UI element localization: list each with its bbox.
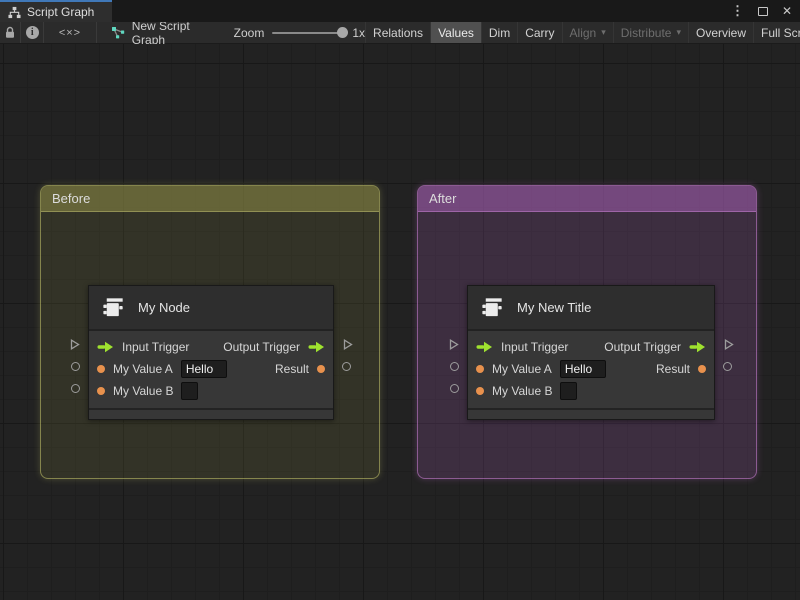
zoom-value: 1x xyxy=(352,25,366,40)
graph-name-breadcrumb[interactable]: New Script Graph xyxy=(97,19,216,47)
overview-button[interactable]: Overview xyxy=(687,22,753,43)
external-trigger-port[interactable] xyxy=(447,338,460,351)
zoom-slider-thumb[interactable] xyxy=(337,27,349,38)
node-my-node[interactable]: My Node Input Trigger Output Trigger My … xyxy=(70,285,353,420)
port-label: My Value A xyxy=(113,362,173,376)
tab-title: Script Graph xyxy=(27,5,95,19)
trigger-out-icon[interactable] xyxy=(689,341,706,353)
value-port-row: My Value A Result xyxy=(89,358,333,380)
graph-canvas[interactable]: Before After My Node Input Trigger Outpu… xyxy=(0,44,800,600)
external-value-port[interactable] xyxy=(723,362,732,371)
value-a-input[interactable] xyxy=(559,360,606,378)
align-dropdown[interactable]: Align ▾ xyxy=(561,22,613,43)
value-b-input[interactable] xyxy=(181,382,199,400)
unit-node-icon xyxy=(479,294,506,321)
dim-button[interactable]: Dim xyxy=(480,22,517,43)
port-label: Result xyxy=(655,362,690,376)
group-title: Before xyxy=(52,191,91,206)
external-value-port[interactable] xyxy=(450,362,459,371)
group-title: After xyxy=(429,191,457,206)
node-title: My New Title xyxy=(517,300,592,315)
value-out-port[interactable] xyxy=(698,365,706,373)
node-footer xyxy=(468,408,714,419)
code-icon: <×> xyxy=(58,26,82,39)
lock-button[interactable] xyxy=(0,22,20,43)
fullscreen-button[interactable]: Full Screen xyxy=(753,22,800,43)
external-value-port[interactable] xyxy=(342,362,351,371)
value-port-row: My Value A Result xyxy=(468,358,714,380)
node-footer xyxy=(89,408,333,419)
trigger-in-icon[interactable] xyxy=(97,341,114,353)
script-graph-icon xyxy=(111,26,125,39)
node-title: My Node xyxy=(138,300,191,315)
relations-button[interactable]: Relations xyxy=(365,22,430,43)
tab-script-graph[interactable]: Script Graph xyxy=(0,0,112,22)
port-label: Result xyxy=(274,362,309,376)
value-port-row: My Value B xyxy=(89,380,333,402)
port-label: My Value B xyxy=(492,384,553,398)
group-after-header[interactable]: After xyxy=(418,186,756,212)
port-label: Input Trigger xyxy=(501,340,569,354)
value-a-input[interactable] xyxy=(180,360,227,378)
distribute-dropdown[interactable]: Distribute ▾ xyxy=(612,22,688,43)
tab-bar: Script Graph ⋮ ✕ xyxy=(0,0,800,22)
graph-toolbar: i <×> New Script Graph Zoom 1x Relations… xyxy=(0,19,800,47)
node-my-new-title[interactable]: My New Title Input Trigger Output Trigge… xyxy=(449,285,734,420)
inspect-code-button[interactable]: <×> xyxy=(44,22,96,43)
value-in-port[interactable] xyxy=(97,365,105,373)
value-port-row: My Value B xyxy=(468,380,714,402)
trigger-in-icon[interactable] xyxy=(476,341,493,353)
external-trigger-port[interactable] xyxy=(341,338,354,351)
trigger-port-row: Input Trigger Output Trigger xyxy=(468,336,714,358)
external-trigger-port[interactable] xyxy=(722,338,735,351)
port-label: My Value A xyxy=(492,362,552,376)
info-icon: i xyxy=(25,26,39,39)
value-out-port[interactable] xyxy=(317,365,325,373)
window-menu-icon[interactable]: ⋮ xyxy=(731,3,744,19)
zoom-label: Zoom xyxy=(233,25,265,40)
trigger-port-row: Input Trigger Output Trigger xyxy=(89,336,333,358)
value-in-port[interactable] xyxy=(476,365,484,373)
external-value-port[interactable] xyxy=(71,362,80,371)
trigger-out-icon[interactable] xyxy=(308,341,325,353)
carry-button[interactable]: Carry xyxy=(517,22,561,43)
port-label: Output Trigger xyxy=(604,340,681,354)
value-b-input[interactable] xyxy=(560,382,578,400)
port-label: My Value B xyxy=(113,384,174,398)
node-header[interactable]: My Node xyxy=(89,286,333,331)
window-maximize-icon[interactable] xyxy=(757,6,768,16)
zoom-slider[interactable] xyxy=(272,27,349,38)
chevron-down-icon: ▾ xyxy=(601,27,606,37)
unit-node-icon xyxy=(100,294,127,321)
window-close-icon[interactable]: ✕ xyxy=(782,4,792,18)
value-in-port[interactable] xyxy=(476,387,484,395)
external-value-port[interactable] xyxy=(450,384,459,393)
value-in-port[interactable] xyxy=(97,387,105,395)
info-button[interactable]: i xyxy=(21,22,43,43)
external-value-port[interactable] xyxy=(71,384,80,393)
chevron-down-icon: ▾ xyxy=(676,27,681,37)
values-button[interactable]: Values xyxy=(430,22,481,43)
group-before-header[interactable]: Before xyxy=(41,186,379,212)
external-trigger-port[interactable] xyxy=(68,338,81,351)
node-header[interactable]: My New Title xyxy=(468,286,714,331)
lock-icon xyxy=(4,26,16,39)
port-label: Output Trigger xyxy=(223,340,300,354)
graph-name-label: New Script Graph xyxy=(131,18,190,47)
port-label: Input Trigger xyxy=(122,340,190,354)
graph-hierarchy-icon xyxy=(8,6,21,19)
